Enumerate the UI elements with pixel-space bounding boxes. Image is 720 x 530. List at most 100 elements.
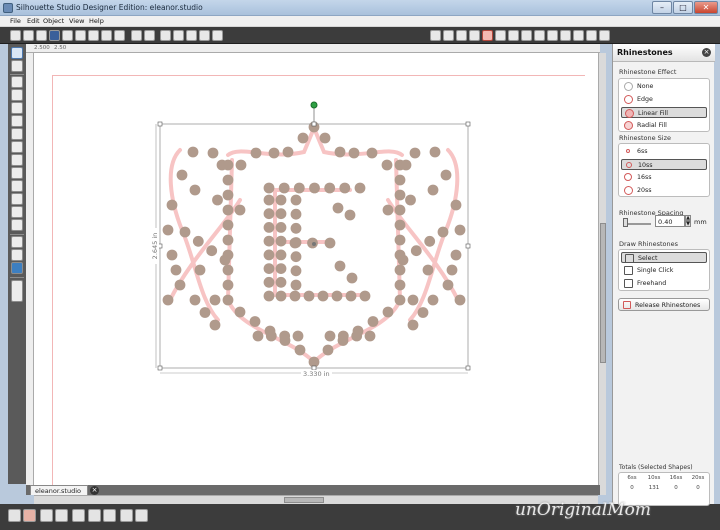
tool-divider — [10, 277, 24, 278]
line-color-icon[interactable] — [534, 30, 545, 41]
menu-view[interactable]: View — [69, 17, 84, 25]
curve-tool-icon[interactable] — [11, 141, 23, 153]
effect-option-linear-fill[interactable]: Linear Fill — [621, 107, 707, 118]
ellipse-tool-icon[interactable] — [11, 115, 23, 127]
group-icon[interactable] — [23, 509, 36, 522]
rounded-rectangle-tool-icon[interactable] — [11, 102, 23, 114]
eraser-tool-icon[interactable] — [11, 193, 23, 205]
weld-icon[interactable] — [88, 509, 101, 522]
library-icon[interactable] — [49, 30, 60, 41]
menu-file[interactable]: File — [10, 17, 21, 25]
duplicate-icon[interactable] — [55, 509, 68, 522]
redo-icon[interactable] — [144, 30, 155, 41]
zoom-out-icon[interactable] — [173, 30, 184, 41]
zoom-in-icon[interactable] — [160, 30, 171, 41]
menu-help[interactable]: Help — [89, 17, 104, 25]
close-button[interactable]: ✕ — [694, 1, 718, 14]
linear-fill-icon — [625, 109, 634, 118]
option-label: None — [637, 83, 654, 90]
text-style-icon[interactable] — [560, 30, 571, 41]
line-style-icon[interactable] — [547, 30, 558, 41]
line-tool-icon[interactable] — [11, 76, 23, 88]
scissors-icon[interactable] — [114, 30, 125, 41]
draw-option-freehand[interactable]: Freehand — [621, 278, 707, 289]
left-ruler — [26, 53, 34, 495]
horizontal-scrollbar[interactable] — [34, 495, 598, 504]
spin-down-icon[interactable]: ▼ — [685, 221, 691, 227]
totals-value: 0 — [674, 485, 678, 491]
vertical-scrollbar[interactable] — [598, 53, 606, 495]
effect-option-edge[interactable]: Edge — [621, 94, 707, 105]
cut-settings-icon[interactable] — [469, 30, 480, 41]
size-option-10ss[interactable]: 10ss — [621, 159, 707, 170]
draw-section-label: Draw Rhinestones — [619, 240, 679, 248]
registration-icon[interactable] — [456, 30, 467, 41]
rhinestone-panel-icon[interactable] — [482, 30, 493, 41]
grid-icon[interactable] — [443, 30, 454, 41]
cut-mat-icon[interactable] — [11, 236, 23, 248]
polygon-tool-icon[interactable] — [11, 128, 23, 140]
pan-hand-icon[interactable] — [199, 30, 210, 41]
maximize-button[interactable]: □ — [673, 1, 693, 14]
rectangle-tool-icon[interactable] — [11, 89, 23, 101]
horizontal-scroll-thumb[interactable] — [284, 497, 324, 503]
compound-path-icon[interactable] — [135, 509, 148, 522]
select-tool-icon[interactable] — [11, 47, 23, 59]
print-icon[interactable] — [62, 30, 73, 41]
size-option-6ss[interactable]: 6ss — [621, 146, 707, 157]
modify-icon[interactable] — [599, 30, 610, 41]
size-option-20ss[interactable]: 20ss — [621, 185, 707, 196]
effect-option-radial-fill[interactable]: Radial Fill — [621, 120, 707, 131]
page-setup-icon[interactable] — [430, 30, 441, 41]
online-store-icon[interactable] — [11, 262, 23, 274]
freehand-icon — [624, 279, 633, 288]
edit-points-icon[interactable] — [11, 60, 23, 72]
send-backward-icon[interactable] — [120, 509, 133, 522]
size-option-16ss[interactable]: 16ss — [621, 172, 707, 183]
close-tab-icon[interactable]: × — [90, 486, 99, 495]
minimize-button[interactable]: – — [652, 1, 672, 14]
select-all-icon[interactable] — [8, 509, 21, 522]
paste-icon[interactable] — [101, 30, 112, 41]
save-icon[interactable] — [36, 30, 47, 41]
menu-edit[interactable]: Edit — [27, 17, 40, 25]
freehand-tool-icon[interactable] — [11, 167, 23, 179]
release-rhinestones-button[interactable]: Release Rhinestones — [618, 298, 710, 311]
arc-tool-icon[interactable] — [11, 154, 23, 166]
undo-icon[interactable] — [131, 30, 142, 41]
text-tool-icon[interactable] — [11, 180, 23, 192]
store-icon[interactable] — [508, 30, 519, 41]
media-icon[interactable] — [11, 249, 23, 261]
ungroup-icon[interactable] — [40, 509, 53, 522]
spacing-slider-thumb[interactable] — [623, 218, 628, 227]
spacing-input[interactable]: 0.40 — [655, 215, 685, 227]
option-label: Linear Fill — [638, 110, 668, 117]
draw-option-single-click[interactable]: Single Click — [621, 265, 707, 276]
menu-object[interactable]: Object — [43, 17, 64, 25]
cut-send-icon[interactable] — [75, 30, 86, 41]
delete-icon[interactable] — [72, 509, 85, 522]
open-file-icon[interactable] — [23, 30, 34, 41]
knife-tool-icon[interactable] — [11, 206, 23, 218]
copy-icon[interactable] — [88, 30, 99, 41]
fill-color-icon[interactable] — [521, 30, 532, 41]
replicate-icon[interactable] — [586, 30, 597, 41]
bring-forward-icon[interactable] — [103, 509, 116, 522]
size-options: 6ss 10ss 16ss 20ss — [618, 143, 710, 197]
fit-page-icon[interactable] — [212, 30, 223, 41]
panel-close-icon[interactable]: × — [702, 48, 711, 57]
trace-icon[interactable] — [495, 30, 506, 41]
window-title: Silhouette Studio Designer Edition: elea… — [16, 3, 203, 12]
zoom-box-icon[interactable] — [186, 30, 197, 41]
effect-option-none[interactable]: None — [621, 81, 707, 92]
vertical-scroll-thumb[interactable] — [600, 223, 606, 363]
paint-tool-icon[interactable] — [11, 219, 23, 231]
layers-icon[interactable] — [11, 280, 23, 302]
document-tab[interactable]: eleanor.studio × — [30, 485, 99, 495]
transform-icon[interactable] — [573, 30, 584, 41]
new-file-icon[interactable] — [10, 30, 21, 41]
draw-option-select[interactable]: Select — [621, 252, 707, 263]
draw-options: Select Single Click Freehand — [618, 249, 710, 291]
option-label: Single Click — [637, 267, 674, 274]
document-tabs: eleanor.studio × — [26, 485, 600, 495]
